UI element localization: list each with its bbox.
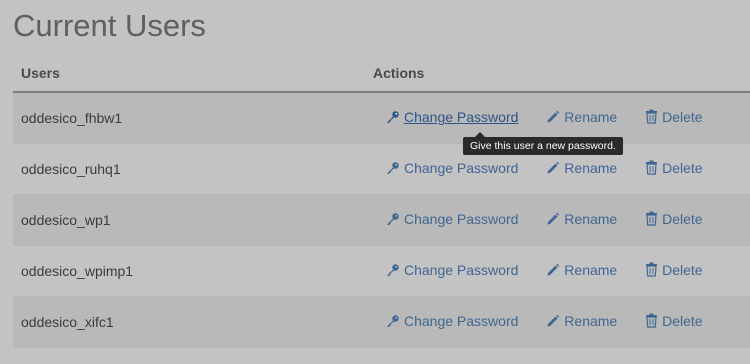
pencil-icon: [547, 213, 560, 225]
rename-link[interactable]: Rename: [546, 313, 617, 329]
trash-icon: [646, 211, 658, 226]
table-row: oddesico_fhbw1 Change Password Rename De…: [13, 92, 750, 144]
change-password-label: Change Password: [404, 262, 519, 279]
key-icon: [387, 111, 399, 124]
actions-column-header: Actions: [373, 56, 750, 93]
change-password-link[interactable]: Change Password: [386, 160, 518, 176]
change-password-link[interactable]: Change Password: [386, 262, 518, 278]
delete-link[interactable]: Delete: [645, 312, 703, 329]
delete-link[interactable]: Delete: [645, 261, 703, 278]
table-row: oddesico_wpimp1 Change Password Rename D…: [13, 245, 750, 297]
actions-cell: Change Password Rename Delete: [373, 245, 750, 297]
delete-link[interactable]: Delete: [645, 210, 703, 227]
delete-label: Delete: [662, 312, 703, 329]
delete-label: Delete: [662, 108, 703, 125]
change-password-link[interactable]: Change Password: [386, 313, 518, 329]
key-icon: [387, 162, 399, 175]
pencil-icon: [547, 315, 560, 327]
table-row: oddesico_wp1 Change Password Rename Dele…: [13, 194, 750, 246]
username-cell: oddesico_xifc1: [13, 296, 373, 348]
rename-label: Rename: [564, 313, 618, 330]
table-row: oddesico_ruhq1 Change Password Rename De…: [13, 143, 750, 195]
pencil-icon: [547, 264, 560, 276]
key-icon: [387, 315, 399, 328]
key-icon: [387, 213, 399, 226]
change-password-link[interactable]: Change Password: [386, 109, 518, 125]
page-title: Current Users: [13, 8, 206, 43]
username-cell: oddesico_fhbw1: [13, 92, 373, 144]
delete-link[interactable]: Delete: [645, 108, 703, 125]
rename-label: Rename: [564, 109, 618, 126]
table-header-row: Users Actions: [13, 56, 750, 93]
change-password-label: Change Password: [404, 160, 519, 177]
trash-icon: [646, 262, 658, 277]
pencil-icon: [547, 111, 560, 123]
actions-cell: Change Password Rename Delete: [373, 296, 750, 348]
rename-label: Rename: [564, 262, 618, 279]
change-password-label: Change Password: [404, 109, 519, 126]
trash-icon: [646, 160, 658, 175]
change-password-label: Change Password: [404, 211, 519, 228]
pencil-icon: [547, 162, 560, 174]
username-cell: oddesico_ruhq1: [13, 143, 373, 195]
rename-link[interactable]: Rename: [546, 262, 617, 278]
delete-label: Delete: [662, 210, 703, 227]
change-password-label: Change Password: [404, 313, 519, 330]
table-row: oddesico_xifc1 Change Password Rename De…: [13, 296, 750, 348]
username-cell: oddesico_wp1: [13, 194, 373, 246]
users-table: Users Actions oddesico_fhbw1 Change Pass…: [13, 56, 750, 348]
delete-link[interactable]: Delete: [645, 159, 703, 176]
rename-label: Rename: [564, 211, 618, 228]
trash-icon: [646, 109, 658, 124]
change-password-link[interactable]: Change Password: [386, 211, 518, 227]
change-password-tooltip: Give this user a new password.: [463, 132, 623, 155]
actions-cell: Change Password Rename Delete: [373, 194, 750, 246]
rename-label: Rename: [564, 160, 618, 177]
users-column-header: Users: [13, 56, 373, 93]
rename-link[interactable]: Rename: [546, 109, 617, 125]
actions-cell: Change Password Rename Delete: [373, 92, 750, 144]
rename-link[interactable]: Rename: [546, 160, 617, 176]
key-icon: [387, 264, 399, 277]
trash-icon: [646, 313, 658, 328]
username-cell: oddesico_wpimp1: [13, 245, 373, 297]
delete-label: Delete: [662, 261, 703, 278]
rename-link[interactable]: Rename: [546, 211, 617, 227]
delete-label: Delete: [662, 159, 703, 176]
